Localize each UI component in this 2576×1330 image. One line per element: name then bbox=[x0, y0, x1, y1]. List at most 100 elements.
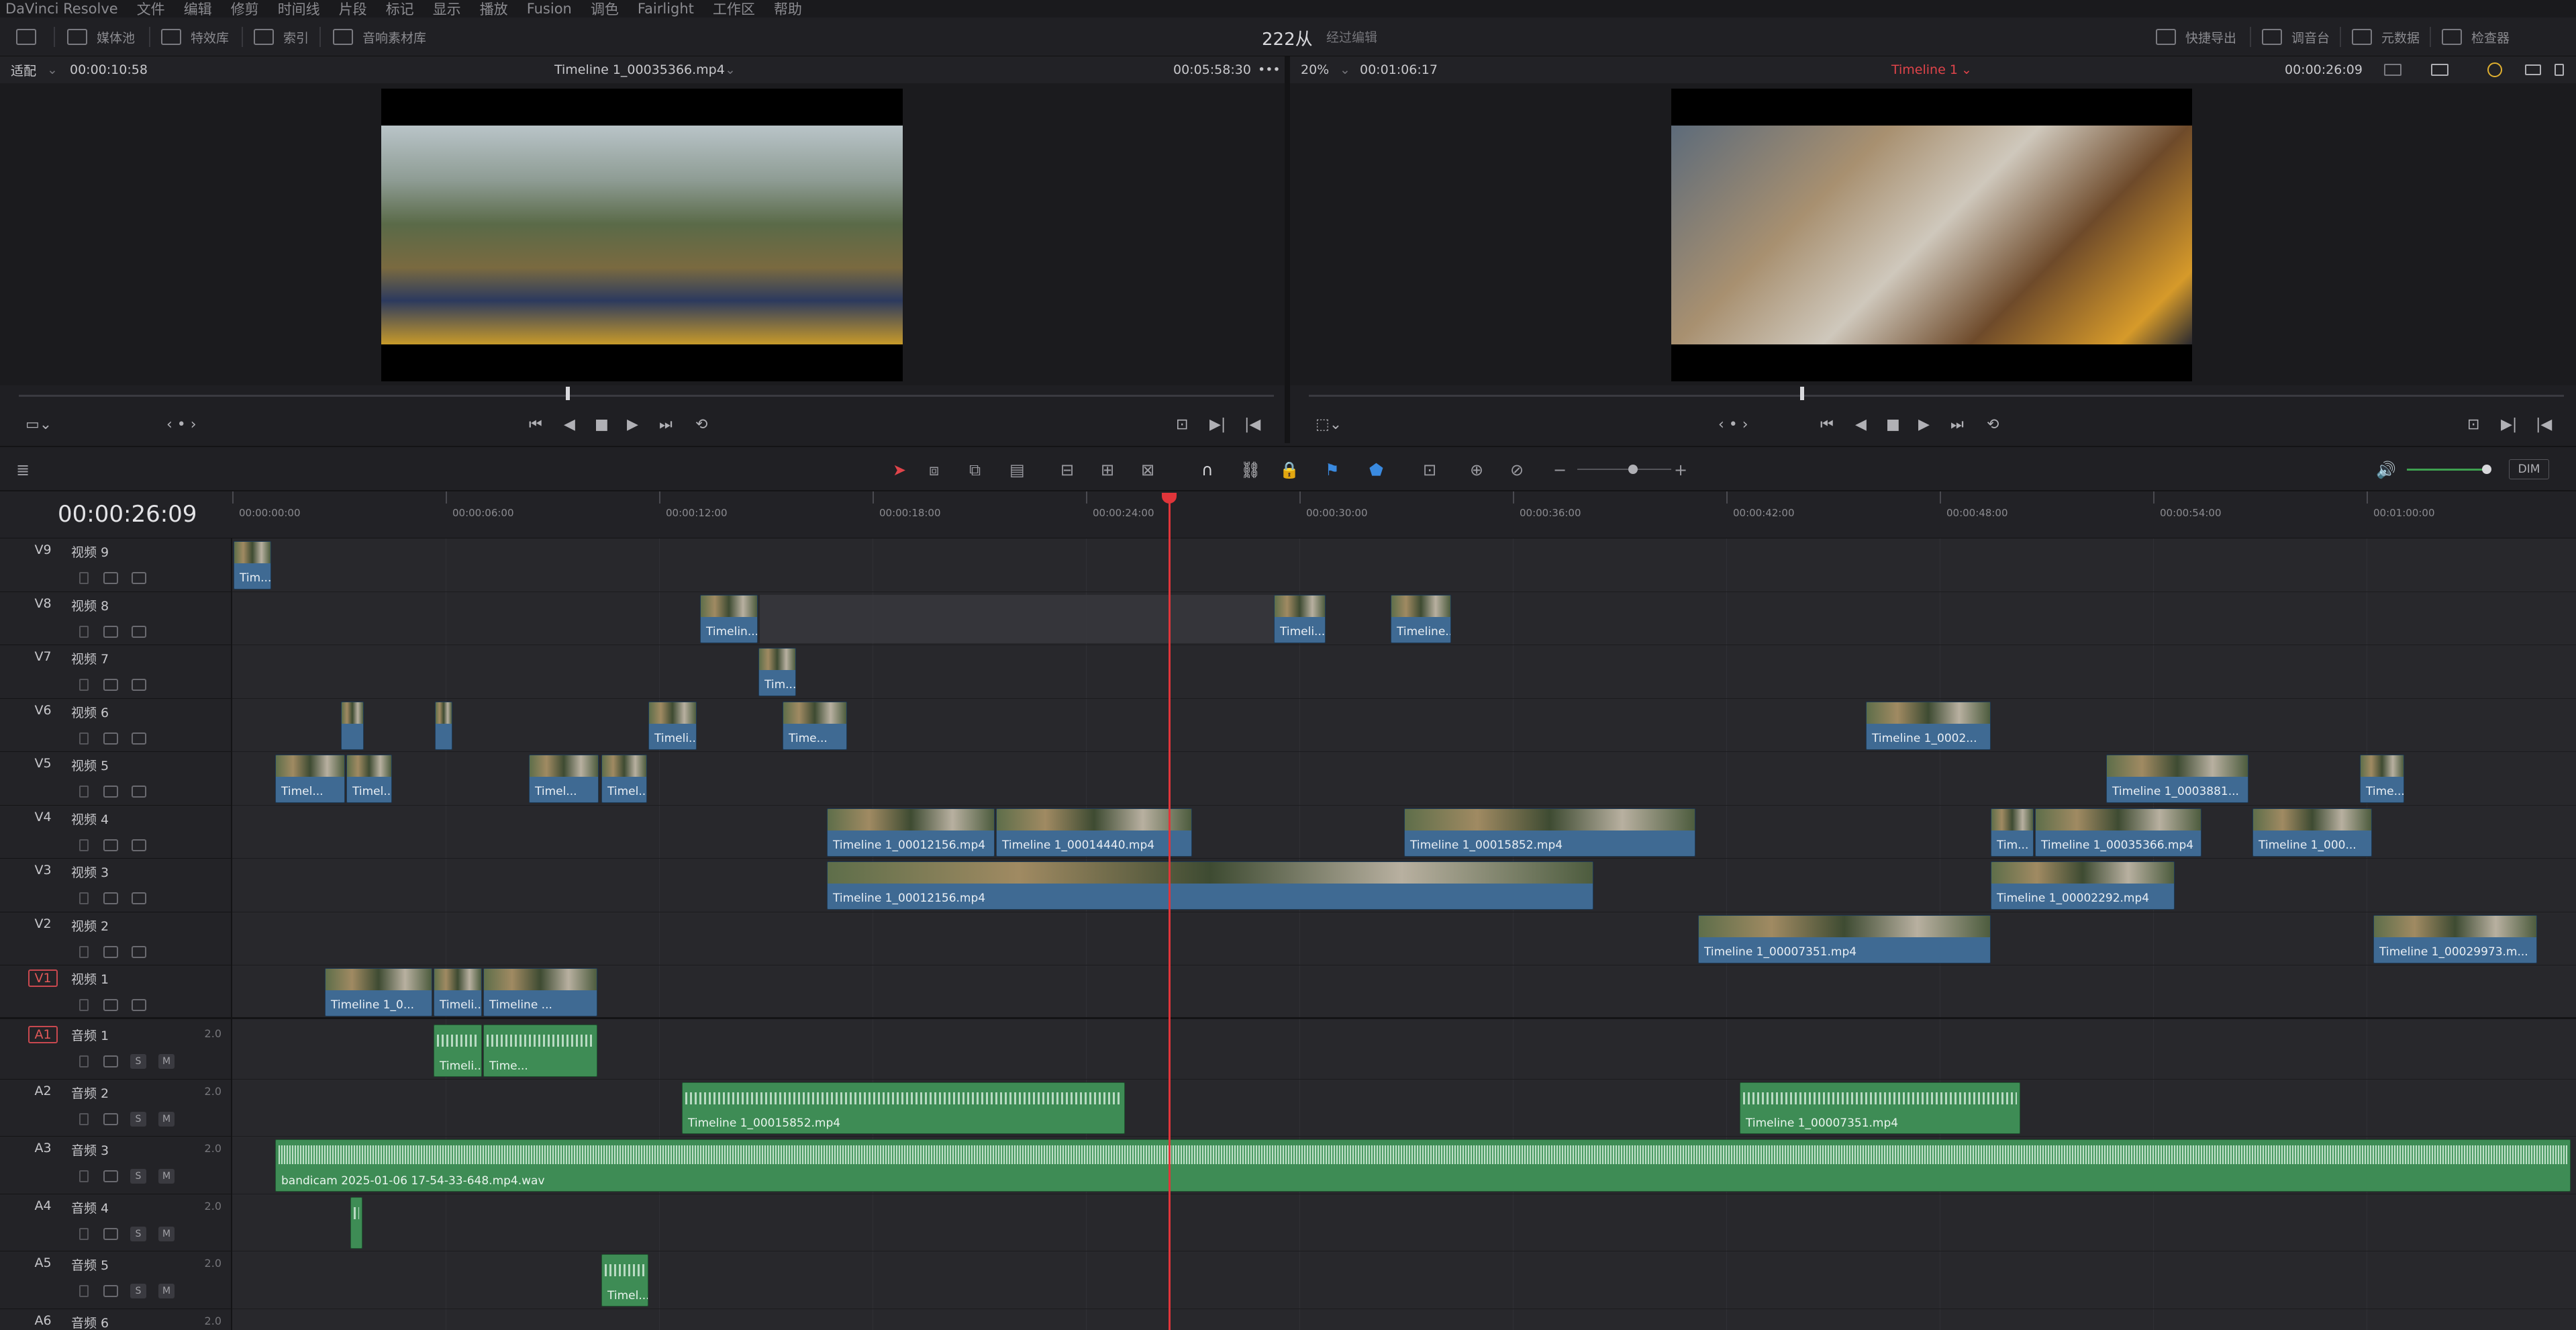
replace-clip-icon[interactable]: ⊠ bbox=[1141, 461, 1154, 479]
match-frame-icon[interactable]: ⊡ bbox=[1176, 416, 1188, 433]
track-visibility-icon[interactable] bbox=[132, 999, 146, 1011]
cinema-mode-icon[interactable] bbox=[2525, 64, 2541, 75]
timeline-clip[interactable]: Timeline 1_00002292.mp4 bbox=[1991, 861, 2175, 910]
menu-workspace[interactable]: 工作区 bbox=[713, 0, 755, 19]
menu-help[interactable]: 帮助 bbox=[774, 0, 802, 19]
current-timecode[interactable]: 00:00:26:09 bbox=[58, 501, 197, 528]
zoom-slider[interactable] bbox=[1577, 465, 1671, 474]
mixer-button[interactable]: 调音台 bbox=[2262, 24, 2330, 50]
auto-select-icon[interactable] bbox=[103, 679, 118, 691]
menu-color[interactable]: 调色 bbox=[591, 0, 619, 19]
flag-icon[interactable]: ⚑ bbox=[1325, 461, 1340, 479]
quick-export-button[interactable]: 快捷导出 bbox=[2156, 24, 2236, 50]
timeline-ruler[interactable]: 00:00:00:00 00:00:06:00 00:00:12:00 00:0… bbox=[232, 491, 2576, 538]
track-header-v9[interactable]: V9 视频 9 bbox=[0, 538, 232, 592]
timeline-clip[interactable]: Timeline 1_00014440.mp4 bbox=[996, 808, 1192, 857]
audio-clip[interactable]: Timeli... bbox=[434, 1025, 482, 1077]
color-scope-icon[interactable] bbox=[2487, 62, 2502, 77]
menu-app[interactable]: DaVinci Resolve bbox=[5, 1, 118, 17]
zoom-dropdown[interactable]: 20% bbox=[1301, 62, 1329, 77]
timeline-clip[interactable]: Time... bbox=[2360, 755, 2404, 803]
track-visibility-icon[interactable] bbox=[132, 892, 146, 904]
track-visibility-icon[interactable] bbox=[132, 946, 146, 958]
layout-icon[interactable] bbox=[2384, 64, 2401, 76]
lock-icon[interactable] bbox=[79, 732, 89, 745]
lock-icon[interactable] bbox=[79, 679, 89, 691]
auto-select-icon[interactable] bbox=[103, 1228, 118, 1240]
audio-clip[interactable]: Timeline 1_00015852.mp4 bbox=[682, 1082, 1125, 1134]
sound-library-button[interactable]: 音响素材库 bbox=[333, 24, 426, 50]
zoom-in-icon[interactable]: + bbox=[1674, 461, 1687, 479]
track-header-a5[interactable]: A5 音频 5 2.0 SM bbox=[0, 1251, 232, 1309]
go-to-start-icon[interactable]: ⏮ bbox=[1820, 416, 1834, 433]
timeline-clip[interactable]: Time... bbox=[783, 702, 847, 750]
track-header-v1[interactable]: V1 视频 1 bbox=[0, 965, 232, 1019]
solo-button[interactable]: S bbox=[130, 1054, 146, 1069]
timeline-clip[interactable]: Timeli... bbox=[434, 968, 482, 1016]
lock-icon[interactable] bbox=[79, 892, 89, 904]
menu-trim[interactable]: 修剪 bbox=[231, 0, 259, 19]
menu-view[interactable]: 显示 bbox=[433, 0, 461, 19]
source-scrub-bar[interactable] bbox=[19, 387, 1274, 400]
timeline-clip[interactable]: Timel... bbox=[346, 755, 392, 803]
timeline-clip[interactable]: Timeline 1_00007351.mp4 bbox=[1698, 915, 1991, 963]
jog-icon[interactable]: ‹ • › bbox=[166, 416, 197, 433]
lock-icon[interactable] bbox=[79, 839, 89, 851]
lock-icon[interactable] bbox=[79, 572, 89, 584]
track-header-v8[interactable]: V8 视频 8 bbox=[0, 592, 232, 645]
auto-select-icon[interactable] bbox=[103, 732, 118, 745]
timeline-options-icon[interactable]: ≣ bbox=[16, 461, 30, 479]
track-header-v7[interactable]: V7 视频 7 bbox=[0, 645, 232, 699]
media-pool-button[interactable]: 媒体池 bbox=[67, 24, 135, 50]
solo-button[interactable]: S bbox=[130, 1284, 146, 1298]
timeline-scrub-handle[interactable] bbox=[1800, 387, 1804, 400]
auto-select-icon[interactable] bbox=[103, 626, 118, 638]
play-icon[interactable]: ▶ bbox=[627, 416, 638, 433]
track-header-v5[interactable]: V5 视频 5 bbox=[0, 752, 232, 806]
chevron-down-icon[interactable]: ⌄ bbox=[47, 62, 58, 77]
auto-select-icon[interactable] bbox=[103, 1113, 118, 1125]
next-clip-icon[interactable]: ▶| bbox=[1209, 416, 1226, 433]
go-to-end-icon[interactable]: ⏭ bbox=[659, 416, 673, 433]
timeline-name-dropdown[interactable]: Timeline 1 bbox=[1891, 62, 1958, 77]
track-header-v4[interactable]: V4 视频 4 bbox=[0, 806, 232, 859]
index-button[interactable]: 索引 bbox=[254, 24, 309, 50]
menu-fairlight[interactable]: Fairlight bbox=[638, 1, 694, 17]
overwrite-clip-icon[interactable]: ⊞ bbox=[1101, 461, 1114, 479]
audio-clip[interactable]: Timeline 1_00007351.mp4 bbox=[1740, 1082, 2020, 1134]
timeline-clip[interactable]: Timel... bbox=[275, 755, 345, 803]
lock-icon[interactable] bbox=[79, 626, 89, 638]
auto-select-icon[interactable] bbox=[103, 1285, 118, 1297]
menu-mark[interactable]: 标记 bbox=[386, 0, 414, 19]
loop-icon[interactable]: ⟲ bbox=[1987, 416, 1999, 433]
track-header-a4[interactable]: A4 音频 4 2.0 SM bbox=[0, 1194, 232, 1251]
source-viewer[interactable] bbox=[0, 83, 1285, 385]
viewer-options-icon[interactable]: ▭⌄ bbox=[26, 416, 52, 433]
metadata-button[interactable]: 元数据 bbox=[2352, 24, 2420, 50]
timeline-clip[interactable]: Timeline 1_00015852.mp4 bbox=[1404, 808, 1695, 857]
track-visibility-icon[interactable] bbox=[132, 786, 146, 798]
prev-clip-icon[interactable]: |◀ bbox=[2536, 416, 2552, 433]
more-options-icon[interactable]: ••• bbox=[1258, 62, 1281, 77]
speaker-icon[interactable]: 🔊 bbox=[2376, 461, 2396, 479]
blade-tool-icon[interactable]: ▤ bbox=[1009, 461, 1025, 479]
timeline-clip[interactable]: Timeline 1_00029973.m... bbox=[2373, 915, 2537, 963]
marker-icon[interactable]: ⬟ bbox=[1369, 461, 1383, 479]
track-header-a6[interactable]: A6 音频 6 2.0 bbox=[0, 1309, 232, 1330]
timeline-clip[interactable]: Timelin... bbox=[700, 595, 758, 643]
track-visibility-icon[interactable] bbox=[132, 679, 146, 691]
custom-zoom-icon[interactable]: ⊘ bbox=[1510, 461, 1524, 479]
zoom-slider-handle[interactable] bbox=[1628, 465, 1638, 474]
solo-button[interactable]: S bbox=[130, 1227, 146, 1241]
volume-slider[interactable] bbox=[2407, 465, 2491, 474]
chevron-down-icon[interactable]: ⌄ bbox=[725, 62, 736, 77]
transform-icon[interactable]: ⬚⌄ bbox=[1316, 416, 1342, 433]
chevron-down-icon[interactable]: ⌄ bbox=[1961, 62, 1972, 77]
linked-selection-icon[interactable]: ⛓ bbox=[1240, 461, 1260, 479]
playhead[interactable] bbox=[1169, 500, 1171, 1330]
lock-icon[interactable] bbox=[79, 946, 89, 958]
audio-clip[interactable] bbox=[350, 1197, 362, 1249]
lock-icon[interactable] bbox=[79, 1113, 89, 1125]
dim-button[interactable]: DIM bbox=[2509, 459, 2549, 479]
track-header-a1[interactable]: A1 音频 1 2.0 SM bbox=[0, 1022, 232, 1080]
